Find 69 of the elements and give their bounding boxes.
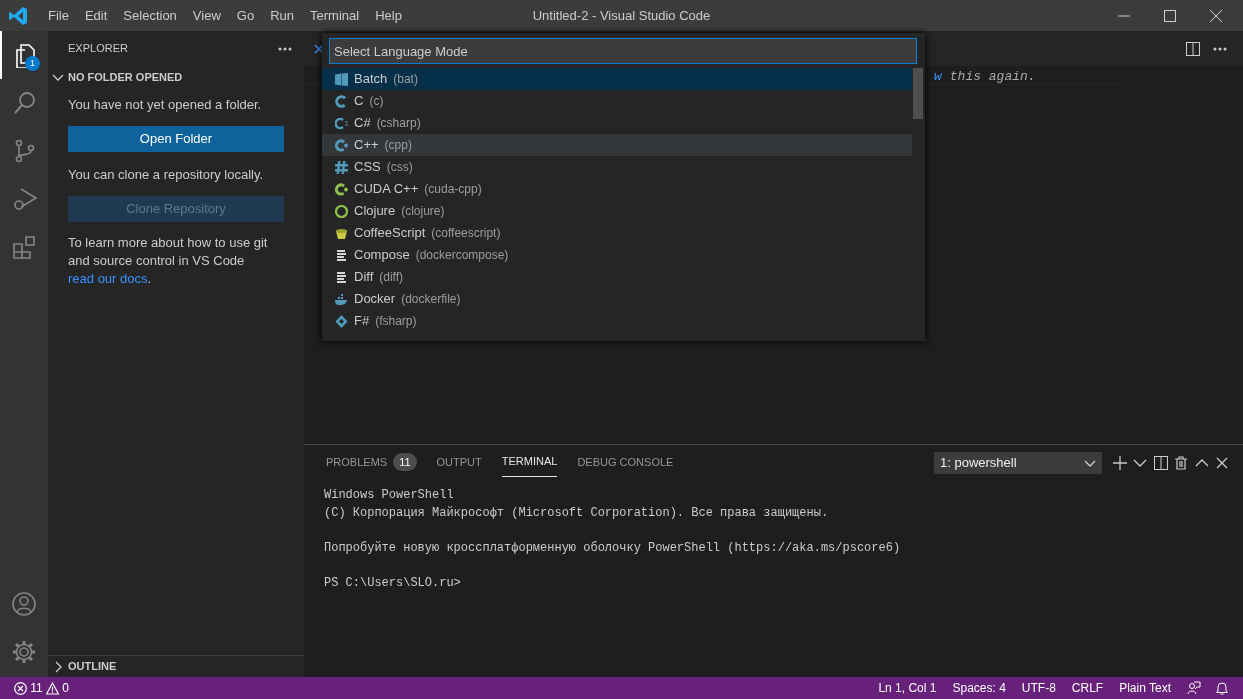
language-option[interactable]: Clojure (clojure)	[322, 200, 912, 222]
window-title: Untitled-2 - Visual Studio Code	[532, 7, 711, 25]
error-icon	[14, 681, 27, 695]
language-option[interactable]: F# (fsharp)	[322, 310, 912, 332]
language-option[interactable]: C# (csharp)	[322, 112, 912, 134]
sidebar-title: EXPLORER	[68, 41, 128, 57]
count-badge: 11	[393, 452, 417, 472]
menu-item[interactable]: Help	[367, 0, 410, 31]
terminal-dropdown[interactable]: 1: powershell	[934, 451, 1102, 474]
status-item[interactable]: UTF-8	[1013, 679, 1064, 697]
count-badge: 1	[25, 56, 40, 71]
panel-tab[interactable]: TERMINAL	[491, 445, 568, 480]
feedback-icon[interactable]	[1187, 681, 1201, 695]
scrollbar-thumb[interactable]	[913, 68, 923, 119]
language-option[interactable]: CUDA C++ (cuda-cpp)	[322, 178, 912, 200]
section-header[interactable]: NO FOLDER OPENED	[48, 66, 304, 88]
message-text: You can clone a repository locally.	[68, 166, 265, 184]
language-option[interactable]: CoffeeScript (coffeescript)	[322, 222, 912, 244]
menu-item[interactable]: View	[184, 0, 229, 31]
language-option[interactable]: Docker (dockerfile)	[322, 288, 912, 310]
language-search-field[interactable]: Select Language Mode	[329, 38, 917, 64]
panel-tab[interactable]: DEBUG CONSOLE	[567, 445, 684, 480]
split-icon[interactable]	[1153, 455, 1168, 470]
plus-icon[interactable]	[1112, 455, 1127, 470]
menu-item[interactable]: Terminal	[302, 0, 368, 31]
play-bug-icon	[12, 186, 38, 212]
warning-icon	[45, 681, 59, 695]
close-icon	[314, 43, 324, 54]
language-option[interactable]: Batch (bat)	[322, 68, 912, 90]
close-icon	[1210, 9, 1222, 22]
language-option[interactable]: Diff (diff)	[322, 266, 912, 288]
account-icon	[12, 592, 38, 618]
panel-tab[interactable]: OUTPUT	[426, 445, 492, 480]
language-option[interactable]: C (c)	[322, 90, 912, 112]
close-icon[interactable]	[1215, 455, 1229, 470]
blocks-icon	[12, 234, 38, 260]
menu-item[interactable]: Go	[228, 0, 263, 31]
terminal-line: Попробуйте новую кроссплатформенную оболочку PowerShell (https://aka.ms/pscore6)	[324, 539, 902, 557]
editor-text: this again.	[949, 68, 1036, 84]
open-folder-button[interactable]: Open Folder	[68, 126, 284, 152]
docs-link[interactable]: read our docs	[68, 271, 148, 286]
status-item[interactable]: Plain Text	[1111, 679, 1179, 697]
status-item[interactable]: Ln 1, Col 1	[870, 679, 945, 697]
app-logo-icon	[8, 5, 28, 26]
search-icon	[12, 90, 38, 116]
settings-icon	[12, 640, 38, 666]
maximize-icon	[1164, 9, 1176, 22]
language-option[interactable]: Compose (dockercompose)	[322, 244, 912, 266]
menu-item[interactable]: Edit	[76, 0, 116, 31]
language-option[interactable]: CSS (css)	[322, 156, 912, 178]
more-actions-icon[interactable]	[278, 46, 292, 51]
language-option[interactable]: C++ (cpp)	[322, 134, 912, 156]
status-item[interactable]: Spaces: 4	[944, 679, 1014, 697]
menu-item[interactable]: Run	[262, 0, 302, 31]
trash-icon[interactable]	[1174, 455, 1188, 470]
terminal-line: Windows PowerShell	[324, 487, 455, 504]
more-actions-icon[interactable]	[1213, 46, 1227, 51]
learn-more-text: To learn more about how to use git and source control in VS Code read our docs.	[68, 234, 269, 288]
terminal-line: (C) Корпорация Майкрософт (Microsoft Corporation). Все права защищены.	[324, 504, 830, 522]
status-item[interactable]: CRLF	[1063, 679, 1112, 697]
link-text: w	[934, 68, 942, 84]
split-editor-icon[interactable]	[1186, 41, 1200, 56]
menu-item[interactable]: File	[40, 0, 77, 31]
message-text: You have not yet opened a folder.	[68, 96, 263, 114]
problems-status[interactable]: 11 0	[0, 679, 77, 697]
terminal-line: PS C:\Users\SLO.ru>	[324, 574, 462, 592]
menu-item[interactable]: Selection	[115, 0, 185, 31]
panel-tab[interactable]: PROBLEMS 11	[316, 445, 427, 480]
bell-icon[interactable]	[1215, 681, 1229, 695]
